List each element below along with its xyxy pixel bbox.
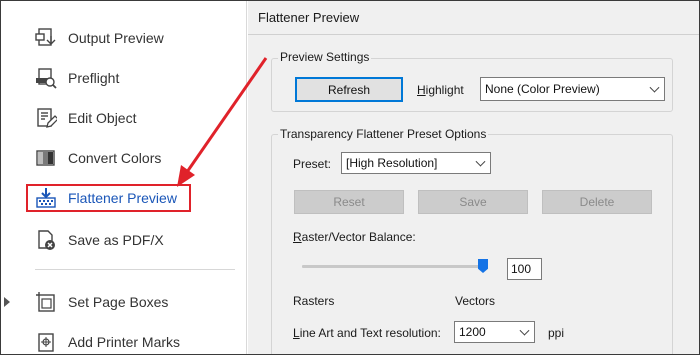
annotation-arrow — [177, 57, 268, 187]
application-window: Output Preview Preflight Edit Object Con… — [0, 0, 700, 355]
